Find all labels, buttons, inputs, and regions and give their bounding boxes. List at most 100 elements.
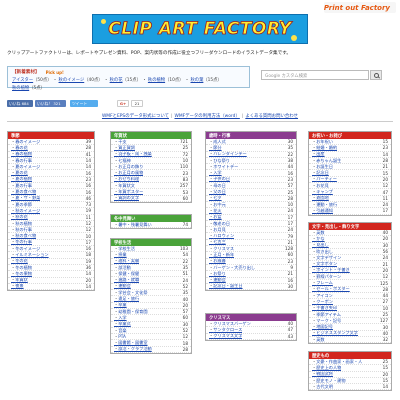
category-item-link[interactable]: セール・ポスター bbox=[312, 287, 350, 292]
category-item-link[interactable]: 夏の花 bbox=[11, 170, 28, 175]
search-button[interactable] bbox=[370, 70, 382, 80]
category-item-link[interactable]: 秋の食べ物 bbox=[11, 233, 36, 238]
category-item-link[interactable]: おせち料理 bbox=[114, 177, 139, 182]
category-item-link[interactable]: 学芸会・文化祭 bbox=[114, 290, 147, 295]
category-item-link[interactable]: 授業 bbox=[114, 252, 126, 257]
category-item-link[interactable]: 季節アイテム bbox=[312, 312, 341, 317]
category-item-link[interactable]: お盆 bbox=[209, 215, 221, 220]
category-item-link[interactable]: 英数 bbox=[312, 337, 324, 342]
category-item-link[interactable]: お誕生日 bbox=[312, 164, 333, 169]
category-item-link[interactable]: 赤ちゃん誕生 bbox=[312, 158, 341, 163]
category-item-link[interactable]: 七福神 bbox=[114, 158, 131, 163]
category-item-link[interactable]: 夏のイメージ bbox=[11, 164, 40, 169]
category-item-link[interactable]: 遠足・旅行 bbox=[114, 296, 139, 301]
category-item-link[interactable]: 春の植物 bbox=[11, 152, 32, 157]
category-item-link[interactable]: 遊園地 bbox=[312, 196, 329, 201]
category-item-link[interactable]: ハロウィン bbox=[209, 233, 234, 238]
category-title[interactable]: 歳時・行事 bbox=[206, 132, 296, 139]
category-item-link[interactable]: 冬の果物 bbox=[11, 271, 32, 276]
category-item-link[interactable]: お祭り bbox=[209, 271, 226, 276]
category-item-link[interactable]: 七夕 bbox=[209, 196, 221, 201]
category-item-link[interactable]: 歴史モノ・建物 bbox=[312, 378, 345, 383]
category-item-link[interactable]: 罫線パターン bbox=[312, 274, 341, 279]
facebook-like-button[interactable]: いいね 684 bbox=[7, 100, 33, 107]
category-item-link[interactable]: 卒業式 bbox=[114, 322, 131, 327]
category-item-link[interactable]: 暑中・残暑見舞い bbox=[114, 222, 152, 227]
category-item-link[interactable]: 部活・クラブ活動 bbox=[114, 347, 152, 352]
category-item[interactable]: 古代文明 14 bbox=[309, 384, 391, 391]
category-item-link[interactable]: 吹き出し bbox=[312, 249, 333, 254]
category-title[interactable]: 文字・見出し・飾り文字 bbox=[309, 223, 391, 230]
category-item[interactable]: 部活・クラブ活動 28 bbox=[111, 347, 191, 354]
search-input[interactable]: Google カスタム検索 bbox=[261, 70, 369, 80]
category-item-link[interactable]: フレーム bbox=[312, 280, 333, 285]
category-title[interactable]: クリスマス bbox=[206, 314, 296, 321]
category-item-link[interactable]: クーポン bbox=[312, 299, 333, 304]
category-item-link[interactable]: 進路・就職 bbox=[114, 277, 139, 282]
category-item-link[interactable]: 賀正賀詞 bbox=[114, 145, 135, 150]
category-item-link[interactable]: バレンタインデー bbox=[209, 152, 247, 157]
category-item-link[interactable]: 夏の食べ物 bbox=[11, 189, 36, 194]
new-material-link[interactable]: 秋の植物 bbox=[148, 78, 165, 83]
category-item[interactable]: 賀詞の文字 60 bbox=[111, 196, 191, 202]
category-item-link[interactable]: 秋の行事 bbox=[11, 227, 32, 232]
category-item-link[interactable]: かな bbox=[312, 236, 324, 241]
category-item-link[interactable]: クリスマスバーゲン bbox=[209, 321, 251, 326]
category-item-link[interactable]: お中元 bbox=[209, 202, 226, 207]
category-item-link[interactable]: 見出し bbox=[312, 243, 329, 248]
category-item-link[interactable]: イルミネーション bbox=[11, 252, 48, 257]
category-item-link[interactable]: 保健・保健 bbox=[114, 271, 139, 276]
new-material-link[interactable]: 秋の葉 bbox=[190, 78, 203, 83]
category-item-link[interactable]: パーティー bbox=[312, 177, 337, 182]
category-item-link[interactable]: 干支 bbox=[114, 139, 126, 144]
category-item-link[interactable]: 成人式 bbox=[209, 139, 226, 144]
category-item-link[interactable]: 入学 bbox=[114, 315, 126, 320]
category-item-link[interactable]: 文字ボタン bbox=[312, 261, 337, 266]
new-material-link[interactable]: 秋のイメージ bbox=[59, 78, 85, 83]
category-item-link[interactable]: ホワイトデー bbox=[209, 164, 238, 169]
category-item-link[interactable]: 秋の植物 bbox=[11, 221, 32, 226]
category-item-link[interactable]: ビジネススタンプ文字 bbox=[312, 331, 358, 336]
link-wmf-word[interactable]: WMFデータの利用方法（word） bbox=[174, 114, 239, 119]
category-item[interactable]: 引越通知 17 bbox=[309, 208, 391, 215]
category-item-link[interactable]: 部活動 bbox=[114, 265, 131, 270]
category-item-link[interactable]: 運動会 bbox=[209, 278, 226, 283]
category-title[interactable]: 歴史もの bbox=[309, 352, 391, 359]
category-item-link[interactable]: バーゲン・大売り出し bbox=[209, 265, 255, 270]
google-plus-button[interactable]: G+ bbox=[117, 100, 129, 107]
site-banner[interactable]: CLIP ART FACTORY bbox=[92, 14, 308, 44]
category-item-link[interactable]: お正月の風物 bbox=[114, 170, 143, 175]
link-wmf-eps[interactable]: WMFとEPSのデータ形式について bbox=[102, 114, 169, 119]
category-item-link[interactable]: お年祝い bbox=[312, 139, 333, 144]
category-item-link[interactable]: 結婚・婚約 bbox=[312, 145, 337, 150]
category-title[interactable]: 冬中見舞い bbox=[111, 215, 191, 222]
category-item-link[interactable]: 父の日 bbox=[209, 189, 226, 194]
category-item-link[interactable]: 英数 bbox=[312, 230, 324, 235]
category-item-link[interactable]: お花見 bbox=[312, 183, 329, 188]
category-item-link[interactable]: 春の行事 bbox=[11, 158, 32, 163]
link-faq[interactable]: よくある質問お問い合わせ bbox=[245, 114, 298, 119]
category-title[interactable]: 学校生活 bbox=[111, 239, 191, 246]
category-item-link[interactable]: 冬の行事 bbox=[11, 240, 32, 245]
category-item-link[interactable]: 冬の植物 bbox=[11, 265, 32, 270]
category-item-link[interactable]: 歴史上の人物 bbox=[312, 365, 341, 370]
category-item-link[interactable]: ひな祭り bbox=[209, 158, 230, 163]
category-title[interactable]: 季節 bbox=[8, 132, 94, 139]
tweet-button[interactable]: ツイート bbox=[70, 100, 98, 107]
new-material-link[interactable]: アイスター bbox=[12, 78, 33, 83]
new-material-link[interactable]: 秋の花 bbox=[110, 78, 123, 83]
category-item-link[interactable]: 出産 bbox=[312, 152, 324, 157]
category-item-link[interactable]: クリスマス bbox=[209, 246, 234, 251]
category-item-link[interactable]: 子供の日 bbox=[209, 177, 230, 182]
category-item-link[interactable]: 運動・旅行 bbox=[312, 202, 337, 207]
print-out-factory-logo[interactable]: Print out Factory bbox=[324, 2, 396, 13]
category-item-link[interactable]: 年賀ポスター bbox=[114, 189, 143, 194]
category-item-link[interactable]: 夏の季節 bbox=[11, 202, 32, 207]
category-item-link[interactable]: 理科・実験 bbox=[114, 259, 139, 264]
category-item-link[interactable]: 引越通知 bbox=[312, 208, 333, 213]
category-item-link[interactable]: 年賀状文 bbox=[114, 183, 135, 188]
category-item-link[interactable]: 冬の花 bbox=[11, 259, 28, 264]
category-item-link[interactable]: 手書き矢印 bbox=[312, 306, 337, 311]
category-item-link[interactable]: 春のイメージ bbox=[11, 139, 40, 144]
category-item-link[interactable]: 地図記号 bbox=[312, 324, 333, 329]
